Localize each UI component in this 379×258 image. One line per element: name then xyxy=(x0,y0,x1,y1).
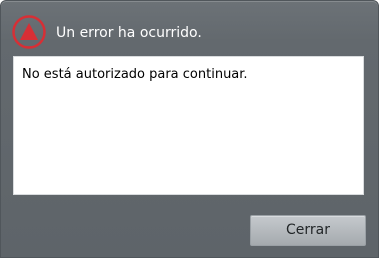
dialog-header: Un error ha ocurrido. xyxy=(1,1,378,57)
dialog-title: Un error ha ocurrido. xyxy=(56,25,202,41)
close-button[interactable]: Cerrar xyxy=(250,215,366,246)
error-dialog: Un error ha ocurrido. No está autorizado… xyxy=(0,0,379,258)
error-warning-icon xyxy=(12,15,46,49)
error-message: No está autorizado para continuar. xyxy=(22,67,248,82)
error-message-box: No está autorizado para continuar. xyxy=(13,56,364,195)
